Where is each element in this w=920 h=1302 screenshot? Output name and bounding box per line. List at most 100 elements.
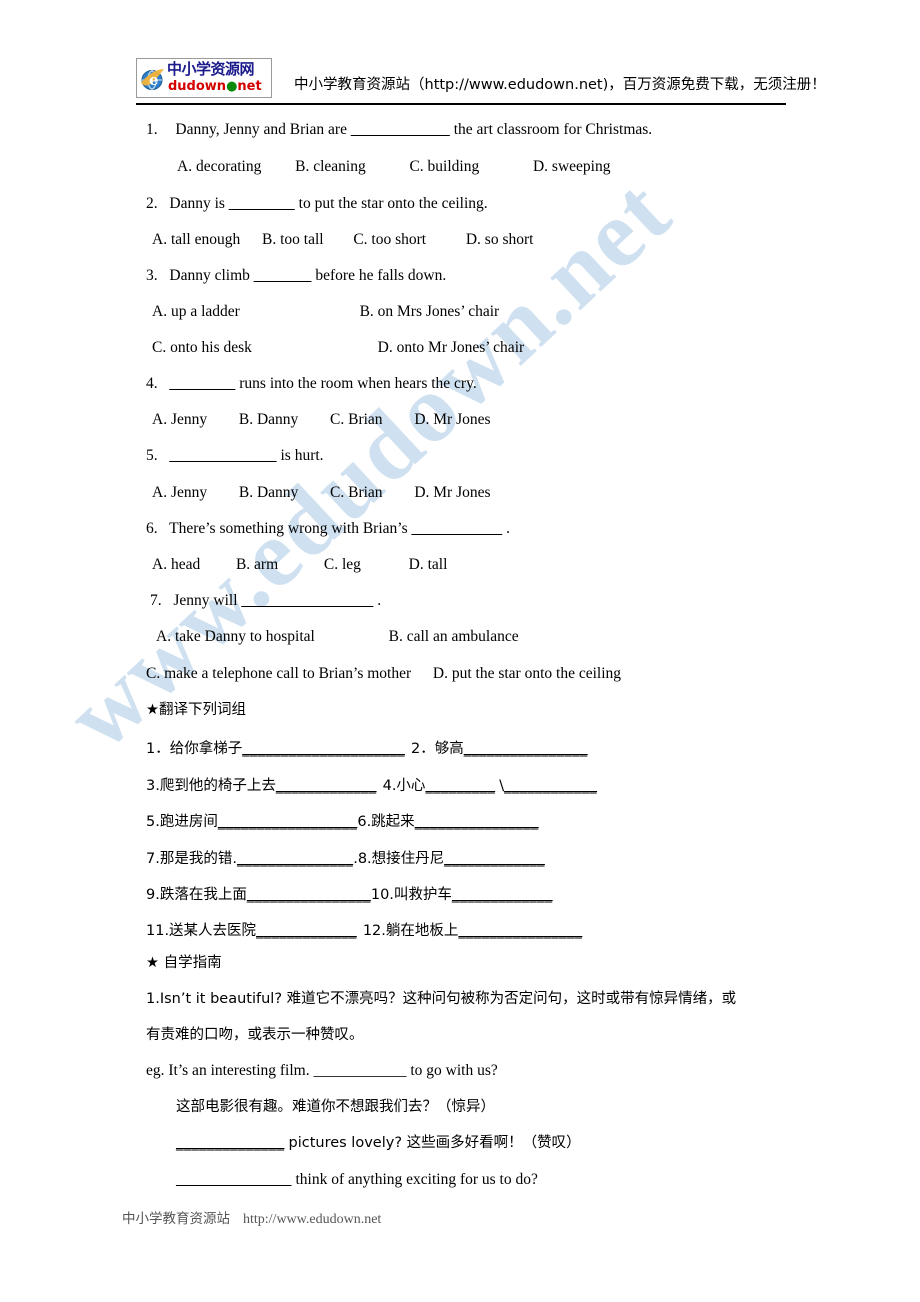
edudown-logo: e 中小学资源网 dudown●net xyxy=(136,58,272,98)
translate-item-3-label: 3.爬到他的椅子上去 xyxy=(146,778,276,794)
q5-option-a[interactable]: A. Jenny xyxy=(152,484,207,501)
translate-item-7-blank[interactable]: _______________ xyxy=(237,851,353,867)
q1-option-b[interactable]: B. cleaning xyxy=(295,158,366,175)
question-1-stem: 1. Danny, Jenny and Brian are __________… xyxy=(146,121,652,139)
question-5-stem: 5. _____________ is hurt. xyxy=(146,447,324,465)
q5-blank: _____________ xyxy=(169,447,277,464)
q7-option-c[interactable]: C. make a telephone call to Brian’s moth… xyxy=(146,665,411,682)
q6-option-d[interactable]: D. tall xyxy=(409,556,448,573)
footer-url: http://www.edudown.net xyxy=(243,1212,382,1227)
q4-number: 4. xyxy=(146,375,158,392)
q2-option-a[interactable]: A. tall enough xyxy=(152,231,240,248)
question-3-stem: 3. Danny climb _______ before he falls d… xyxy=(146,267,446,285)
guide-exercise-2-text: pictures lovely? 这些画多好看啊！（赞叹） xyxy=(288,1135,581,1151)
q7-option-b[interactable]: B. call an ambulance xyxy=(389,628,519,645)
translate-item-2-label: 2．够高 xyxy=(410,741,464,757)
q3-option-c[interactable]: C. onto his desk xyxy=(152,339,252,356)
question-4-stem: 4. ________ runs into the room when hear… xyxy=(146,375,477,393)
q5-number: 5. xyxy=(146,447,158,464)
question-7-options-row2: C. make a telephone call to Brian’s moth… xyxy=(146,665,621,683)
translate-item-12-blank[interactable]: ________________ xyxy=(458,923,582,939)
translate-row-3: 5.跑进房间__________________6.跳起来___________… xyxy=(146,813,539,831)
q6-number: 6. xyxy=(146,520,158,537)
header-divider xyxy=(136,103,786,105)
q1-option-a[interactable]: A. decorating xyxy=(177,158,261,175)
translate-item-4-label: 4.小心 xyxy=(382,778,426,794)
q7-text-after: . xyxy=(377,592,382,609)
translate-item-4-blank-2[interactable]: ____________ xyxy=(504,778,597,794)
q3-option-d[interactable]: D. onto Mr Jones’ chair xyxy=(378,339,525,356)
guide-point1-line2: 有责难的口吻，或表示一种赞叹。 xyxy=(146,1027,364,1043)
guide-exercise-2-blank[interactable]: ______________ xyxy=(176,1135,285,1151)
q4-option-d[interactable]: D. Mr Jones xyxy=(414,411,490,428)
translate-heading: ★翻译下列词组 xyxy=(146,702,246,718)
q6-option-b[interactable]: B. arm xyxy=(236,556,278,573)
page-header: e 中小学资源网 dudown●net 中小学教育资源站（http://www.… xyxy=(136,58,826,98)
translate-item-9-blank[interactable]: ________________ xyxy=(247,887,371,903)
logo-en-text: dudown●net xyxy=(168,79,262,95)
question-6-stem: 6. There’s something wrong with Brian’s … xyxy=(146,520,510,538)
q1-option-d[interactable]: D. sweeping xyxy=(533,158,611,175)
q5-option-c[interactable]: C. Brian xyxy=(330,484,383,501)
translate-item-11-blank[interactable]: _____________ xyxy=(256,923,357,939)
translate-item-5-blank[interactable]: __________________ xyxy=(218,814,358,830)
translate-item-10-blank[interactable]: _____________ xyxy=(452,887,553,903)
guide-exercise-2: ______________ pictures lovely? 这些画多好看啊！（… xyxy=(176,1134,581,1152)
q7-option-d[interactable]: D. put the star onto the ceiling xyxy=(433,665,621,682)
q7-blank: ________________ xyxy=(241,592,374,609)
q5-option-b[interactable]: B. Danny xyxy=(239,484,298,501)
q2-option-b[interactable]: B. too tall xyxy=(262,231,324,248)
header-tagline: 中小学教育资源站（http://www.edudown.net)，百万资源免费下… xyxy=(294,77,826,93)
q4-option-a[interactable]: A. Jenny xyxy=(152,411,207,428)
guide-example-translation: 这部电影很有趣。难道你不想跟我们去？（惊异） xyxy=(176,1099,495,1115)
translate-item-1-blank[interactable]: _____________________ xyxy=(242,741,405,757)
translate-item-6-blank[interactable]: ________________ xyxy=(415,814,539,830)
q4-text-after: runs into the room when hears the cry. xyxy=(239,375,477,392)
q6-text-before: There’s something wrong with Brian’s xyxy=(169,520,408,537)
guide-point1-line1: 1.Isn’t it beautiful? 难道它不漂亮吗？这种问句被称为否定问… xyxy=(146,991,737,1007)
q5-option-d[interactable]: D. Mr Jones xyxy=(414,484,490,501)
q6-option-c[interactable]: C. leg xyxy=(324,556,361,573)
q7-option-a[interactable]: A. take Danny to hospital xyxy=(156,628,315,645)
guide-exercise-3: ______________ think of anything exciting… xyxy=(176,1171,538,1189)
translate-row-2: 3.爬到他的椅子上去_____________ 4.小心_________ \___… xyxy=(146,777,597,795)
q2-blank: ________ xyxy=(228,195,295,212)
translate-item-8-blank[interactable]: _____________ xyxy=(444,851,545,867)
question-5-options: A. Jenny B. Danny C. Brian D. Mr Jones xyxy=(152,484,491,502)
q3-option-b[interactable]: B. on Mrs Jones’ chair xyxy=(360,303,500,320)
q4-option-c[interactable]: C. Brian xyxy=(330,411,383,428)
q3-text-before: Danny climb xyxy=(169,267,250,284)
translate-item-3-blank[interactable]: _____________ xyxy=(276,778,377,794)
q1-text-after: the art classroom for Christmas. xyxy=(453,121,653,138)
q3-option-a[interactable]: A. up a ladder xyxy=(152,303,240,320)
guide-exercise-3-blank[interactable]: ______________ xyxy=(176,1171,292,1188)
question-4-options: A. Jenny B. Danny C. Brian D. Mr Jones xyxy=(152,411,491,429)
q5-text-after: is hurt. xyxy=(280,447,324,464)
translate-item-12-label: 12.躺在地板上 xyxy=(362,923,459,939)
logo-en-word: dudown xyxy=(168,79,227,94)
q2-option-d[interactable]: D. so short xyxy=(466,231,534,248)
translate-item-5-label: 5.跑进房间 xyxy=(146,814,218,830)
question-2-options: A. tall enough B. too tall C. too short … xyxy=(152,231,533,249)
logo-dot: ● xyxy=(226,79,238,94)
q6-option-a[interactable]: A. head xyxy=(152,556,200,573)
document-page: e 中小学资源网 dudown●net 中小学教育资源站（http://www.… xyxy=(0,0,920,1302)
question-2-stem: 2. Danny is ________ to put the star ont… xyxy=(146,195,488,213)
q1-option-c[interactable]: C. building xyxy=(409,158,479,175)
q2-option-c[interactable]: C. too short xyxy=(353,231,426,248)
translate-item-4-blank[interactable]: _________ xyxy=(425,778,495,794)
translate-row-5: 9.跌落在我上面________________10.叫救护车_________… xyxy=(146,886,553,904)
translate-item-9-label: 9.跌落在我上面 xyxy=(146,887,247,903)
q4-option-b[interactable]: B. Danny xyxy=(239,411,298,428)
question-3-options-row2: C. onto his desk D. onto Mr Jones’ chair xyxy=(152,339,524,357)
translate-item-11-label: 11.送某人去医院 xyxy=(146,923,257,939)
svg-text:e: e xyxy=(149,71,159,89)
q3-text-after: before he falls down. xyxy=(315,267,447,284)
translate-item-1-label: 1．给你拿梯子 xyxy=(146,741,243,757)
translate-row-1: 1．给你拿梯子_____________________ 2．够高________… xyxy=(146,740,588,758)
translate-item-10-label: 10.叫救护车 xyxy=(370,887,452,903)
q3-blank: _______ xyxy=(253,267,312,284)
translate-item-2-blank[interactable]: ________________ xyxy=(464,741,588,757)
q7-text-before: Jenny will xyxy=(173,592,238,609)
logo-net: net xyxy=(237,79,262,94)
